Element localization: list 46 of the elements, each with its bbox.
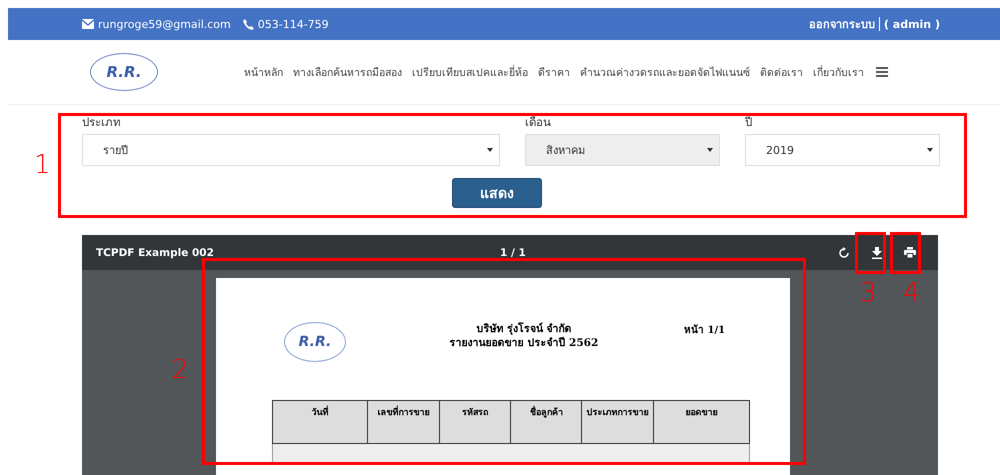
menu-icon[interactable] — [876, 67, 888, 77]
column-header: เลขที่การขาย — [368, 401, 440, 443]
page-number: หน้า 1/1 — [684, 323, 726, 337]
column-header: วันที่ — [273, 401, 368, 443]
nav-link[interactable]: ติดต่อเรา — [760, 64, 803, 80]
field-label: เดือน — [525, 114, 552, 131]
nav-link[interactable]: ทางเลือกค้นหารถมือสอง — [293, 64, 402, 80]
nav-link[interactable]: เกี่ยวกับเรา — [813, 64, 864, 80]
rotate-icon[interactable] — [838, 246, 850, 258]
download-icon[interactable] — [872, 246, 882, 258]
caret-icon — [707, 148, 713, 152]
nav-link[interactable]: คำนวณค่างวดรถและยอดจัดไฟแนนซ์ — [580, 64, 750, 80]
select-field[interactable]: รายปี — [82, 134, 500, 166]
caret-icon — [487, 148, 493, 152]
phone-icon — [242, 18, 254, 30]
column-header: ประเภทการขาย — [582, 401, 654, 443]
annotation-number: 4 — [903, 278, 920, 308]
field-label: ปี — [745, 114, 753, 131]
select-field[interactable]: 2019 — [745, 134, 940, 166]
print-icon[interactable] — [904, 247, 916, 258]
user-label: ( admin ) — [884, 18, 940, 30]
page-counter: 1 / 1 — [500, 246, 526, 258]
report-title: รายงานยอดขาย ประจำปี 2562 — [448, 336, 600, 350]
column-header: ยอดขาย — [684, 407, 718, 420]
logout-link[interactable]: ออกจากระบบ — [808, 15, 875, 33]
nav-link[interactable]: เปรียบเทียบสเปคและยี่ห้อ — [412, 64, 528, 80]
annotation-number: 1 — [34, 150, 51, 180]
phone-text: 053-114-759 — [258, 18, 329, 30]
document-title: TCPDF Example 002 — [96, 246, 214, 258]
nav-link[interactable]: ดีราคา — [538, 64, 570, 80]
field-label: ประเภท — [82, 114, 122, 131]
company-name: บริษัท รุ่งโรจน์ จำกัด — [475, 322, 573, 336]
show-button[interactable]: แสดง — [452, 178, 542, 208]
caret-icon — [927, 148, 933, 152]
annotation-number: 2 — [172, 355, 189, 385]
annotation-number: 3 — [860, 278, 877, 308]
envelope-icon — [82, 19, 94, 29]
company-logo[interactable]: R.R. — [90, 53, 158, 91]
annotation-frame — [890, 232, 921, 274]
column-header: ชื่อลูกค้า — [511, 401, 582, 443]
company-logo: R.R. — [284, 322, 346, 362]
column-header: รหัสรถ — [440, 401, 512, 443]
nav-link[interactable]: หน้าหลัก — [244, 64, 283, 80]
select-field: สิงหาคม — [525, 134, 720, 166]
email-text: rungroge59@gmail.com — [98, 18, 231, 30]
annotation-frame — [855, 232, 886, 274]
